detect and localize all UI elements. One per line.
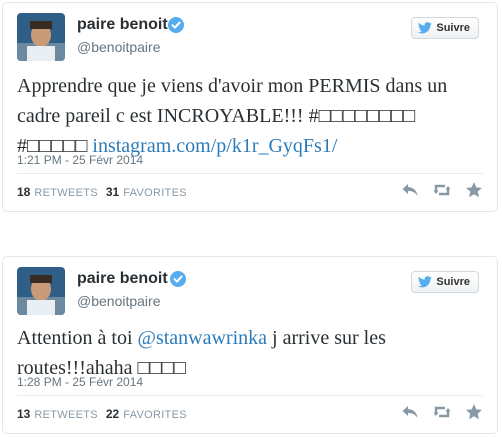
verified-badge-icon: [168, 17, 184, 33]
reply-icon[interactable]: [401, 403, 419, 421]
tweet-stats: 18 RETWEETS 31 FAVORITES: [17, 185, 187, 199]
follow-button[interactable]: Suivre: [411, 271, 479, 293]
author-handle[interactable]: @benoitpaire: [77, 293, 161, 309]
retweet-count-value: 18: [17, 185, 31, 199]
twitter-bird-icon: [418, 22, 433, 34]
follow-button[interactable]: Suivre: [411, 17, 479, 39]
tweet-stats: 13 RETWEETS 22 FAVORITES: [17, 407, 187, 421]
tweet-actions: [401, 403, 483, 421]
tweet-timestamp[interactable]: 1:28 PM - 25 Févr 2014: [17, 375, 143, 389]
retweet-count-label: RETWEETS: [34, 187, 98, 199]
retweet-count[interactable]: 18 RETWEETS: [17, 185, 98, 199]
follow-label: Suivre: [436, 276, 470, 288]
tweet-card: paire benoit @benoitpaire Suivre Apprend…: [2, 2, 498, 212]
author-name[interactable]: paire benoit: [77, 270, 168, 288]
favorite-count[interactable]: 31 FAVORITES: [106, 185, 187, 199]
tweet-text-body: Attention à toi: [17, 327, 138, 349]
retweet-count-value: 13: [17, 407, 31, 421]
twitter-bird-icon: [418, 276, 433, 288]
tweet-actions: [401, 181, 483, 199]
avatar[interactable]: [17, 267, 65, 315]
author-name[interactable]: paire benoit: [77, 16, 168, 34]
author-handle[interactable]: @benoitpaire: [77, 39, 161, 55]
favorite-count-value: 31: [105, 185, 120, 199]
follow-label: Suivre: [436, 22, 470, 34]
favorite-count-label: FAVORITES: [123, 409, 187, 421]
retweet-count-label: RETWEETS: [34, 409, 98, 421]
favorite-count[interactable]: 22 FAVORITES: [106, 407, 187, 421]
tweet-text: Attention à toi @stanwawrinka j arrive s…: [17, 323, 487, 383]
star-icon[interactable]: [465, 181, 483, 199]
verified-badge-icon: [170, 271, 186, 287]
tweet-timestamp[interactable]: 1:21 PM - 25 Févr 2014: [17, 153, 143, 167]
retweet-icon[interactable]: [433, 403, 451, 421]
star-icon[interactable]: [465, 403, 483, 421]
reply-icon[interactable]: [401, 181, 419, 199]
avatar[interactable]: [17, 13, 65, 61]
tweet-text: Apprendre que je viens d'avoir mon PERMI…: [17, 71, 487, 161]
favorite-count-value: 22: [105, 407, 120, 421]
favorite-count-label: FAVORITES: [123, 187, 187, 199]
retweet-count[interactable]: 13 RETWEETS: [17, 407, 98, 421]
retweet-icon[interactable]: [433, 181, 451, 199]
divider: [17, 395, 483, 396]
mention-link[interactable]: @stanwawrinka: [138, 327, 268, 349]
divider: [17, 173, 483, 174]
tweet-card: paire benoit @benoitpaire Suivre Attenti…: [2, 256, 498, 434]
